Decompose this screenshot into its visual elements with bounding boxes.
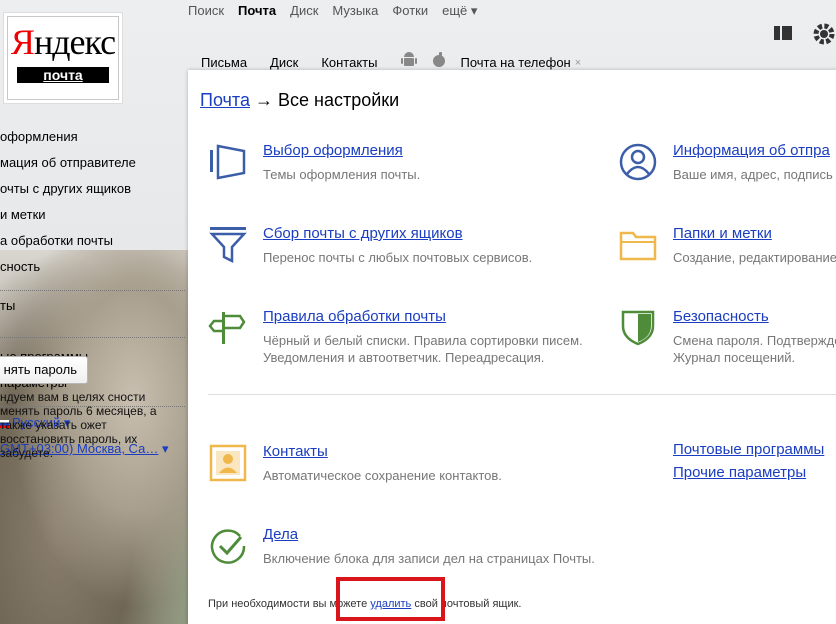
left-item-folders[interactable]: и метки	[0, 206, 185, 232]
settings-desc-theme: Темы оформления почты.	[263, 167, 421, 182]
nav-more[interactable]: ещё ▾	[442, 3, 477, 19]
left-item-security[interactable]: сность	[0, 258, 185, 284]
left-item-collect-mail[interactable]: очты с других ящиков	[0, 180, 185, 206]
left-item-theme[interactable]: оформления	[0, 128, 185, 154]
highlight-box	[336, 577, 445, 621]
nav-disk[interactable]: Диск	[290, 3, 318, 19]
left-item-rules[interactable]: а обработки почты	[0, 232, 185, 258]
sub-nav-mail-on-phone[interactable]: Почта на телефон	[460, 55, 570, 70]
sub-nav-letters[interactable]: Письма	[201, 55, 247, 70]
nav-search[interactable]: Поиск	[188, 3, 224, 19]
settings-link-todo[interactable]: Дела	[263, 526, 298, 543]
layout-icon[interactable]	[772, 22, 794, 52]
breadcrumb-mail-link[interactable]: Почта	[200, 90, 250, 110]
change-password-button[interactable]: нять пароль	[0, 356, 88, 384]
settings-desc-todo: Включение блока для записи дел на страни…	[263, 551, 595, 566]
left-item-sender-info[interactable]: мация об отправителе	[0, 154, 185, 180]
settings-desc-folders: Создание, редактирование	[673, 250, 836, 265]
yandex-mail-logo[interactable]: Яндекс почта	[7, 16, 119, 100]
header-tools	[772, 22, 836, 52]
shield-icon	[618, 308, 658, 348]
nav-mail[interactable]: Почта	[238, 3, 276, 19]
user-icon	[618, 142, 658, 182]
page-title: → Все настройки	[249, 90, 400, 110]
settings-desc-security: Смена пароля. Подтвержде Журнал посещений…	[673, 333, 836, 365]
sub-nav-disk[interactable]: Диск	[270, 55, 298, 70]
settings-desc-collect-mail: Перенос почты с любых почтовых сервисов.	[263, 250, 533, 265]
nav-photos[interactable]: Фотки	[392, 3, 428, 19]
left-menu-divider	[0, 290, 185, 291]
settings-link-folders[interactable]: Папки и метки	[673, 225, 772, 242]
settings-desc-contacts: Автоматическое сохранение контактов.	[263, 468, 502, 483]
settings-link-security[interactable]: Безопасность	[673, 308, 769, 325]
settings-link-theme[interactable]: Выбор оформления	[263, 142, 403, 159]
gear-icon[interactable]	[812, 22, 836, 52]
contact-card-icon	[208, 443, 248, 483]
extra-settings-links: Почтовые программы Прочие параметры	[673, 438, 824, 484]
settings-link-other-params[interactable]: Прочие параметры	[673, 461, 824, 484]
close-icon[interactable]: ×	[575, 57, 581, 69]
funnel-icon	[208, 225, 248, 265]
signpost-icon	[208, 308, 248, 348]
checkmark-circle-icon	[208, 526, 248, 566]
settings-panel: Почта → Все настройки Выбор оформления Т…	[188, 70, 836, 624]
folder-icon	[618, 225, 658, 265]
logo-brand: Яндекс	[10, 22, 116, 62]
logo-service: почта	[17, 67, 109, 83]
settings-link-mail-programs[interactable]: Почтовые программы	[673, 438, 824, 461]
settings-link-sender-info[interactable]: Информация об отпра	[673, 142, 830, 159]
breadcrumb: Почта → Все настройки	[200, 90, 399, 111]
section-divider	[208, 394, 836, 395]
left-menu-divider	[0, 337, 185, 338]
settings-desc-sender-info: Ваше имя, адрес, подпись и	[673, 167, 836, 182]
theme-icon	[208, 142, 248, 182]
settings-link-contacts[interactable]: Контакты	[263, 443, 328, 460]
settings-link-collect-mail[interactable]: Сбор почты с других ящиков	[263, 225, 463, 242]
left-item-contacts[interactable]: ты	[0, 297, 185, 323]
nav-music[interactable]: Музыка	[332, 3, 378, 19]
settings-link-rules[interactable]: Правила обработки почты	[263, 308, 446, 325]
password-hint: ндуем вам в целях сности менять пароль 6…	[0, 390, 157, 460]
top-services-nav: Поиск Почта Диск Музыка Фотки ещё ▾	[188, 3, 477, 19]
settings-desc-rules: Чёрный и белый списки. Правила сортировк…	[263, 333, 583, 365]
sub-nav-contacts[interactable]: Контакты	[321, 55, 377, 70]
